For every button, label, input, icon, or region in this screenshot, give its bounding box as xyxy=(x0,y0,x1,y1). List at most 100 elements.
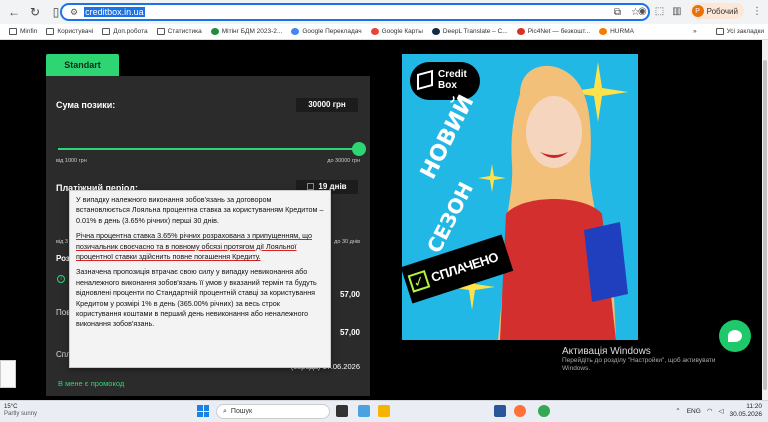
weather-widget[interactable]: 15°C Partly sunny xyxy=(4,404,37,418)
box-logo-icon xyxy=(417,69,433,91)
return-amount: 57,00 xyxy=(339,328,360,337)
activation-title: Активація Windows xyxy=(562,346,651,357)
weather-condition: Partly sunny xyxy=(4,411,38,417)
language-indicator[interactable]: ENG xyxy=(687,408,701,415)
clock[interactable]: 11:20 30.05.2026 xyxy=(729,403,762,419)
summary-row-label: Роз xyxy=(56,254,70,263)
taskbar-search[interactable]: ⌕ Пошук xyxy=(216,404,330,419)
info-icon[interactable]: i xyxy=(57,275,65,283)
file-explorer-icon[interactable] xyxy=(378,405,390,417)
checkmark-icon: ✓ xyxy=(407,270,431,293)
camera-icon[interactable]: ◉ xyxy=(638,6,647,17)
loan-max-label: до 30000 грн xyxy=(327,158,360,164)
search-placeholder: Пошук xyxy=(230,408,253,415)
bookmark-statistics[interactable]: Статистика xyxy=(156,28,202,35)
bookmark-hurma[interactable]: HURMA xyxy=(599,28,634,35)
folder-icon xyxy=(102,28,111,35)
sparkle-star-icon xyxy=(478,164,506,192)
site-settings-icon[interactable]: ⚙ xyxy=(70,7,78,18)
folder-icon xyxy=(156,28,165,35)
bookmark-maps[interactable]: Google Карты xyxy=(370,28,423,35)
bookmark-meeting[interactable]: Мітінг БДМ 2023-2... xyxy=(210,28,282,35)
install-app-icon[interactable]: ⧉ xyxy=(614,7,621,18)
browser-toolbar: ← ↻ ▯ ⚙ creditbox.in.ua ⧉ ☆ ◉ ⬚ ▥ Р Робо… xyxy=(0,0,768,24)
chrome-icon[interactable] xyxy=(538,405,550,417)
tooltip-text-2: Річна процентна ставка 3.65% річних розр… xyxy=(76,231,312,262)
all-bookmarks-button[interactable]: Усі закладки xyxy=(715,28,764,35)
show-hidden-icons-icon[interactable]: ⌃ xyxy=(675,407,680,415)
logo-text-2: Box xyxy=(438,80,457,91)
folder-icon xyxy=(46,28,55,35)
bookmarks-right: » Усі закладки xyxy=(693,28,764,35)
tooltip-paragraph-1: У випадку належного виконання зобов'язан… xyxy=(76,195,324,226)
extensions-icon[interactable]: ⬚ xyxy=(655,6,664,17)
recaptcha-badge[interactable] xyxy=(0,360,16,388)
system-tray: ⌃ ENG ◠ ◁ 11:20 30.05.2026 xyxy=(675,403,762,419)
back-icon[interactable]: ← xyxy=(7,5,21,19)
address-bar[interactable]: ⚙ creditbox.in.ua ⧉ ☆ xyxy=(60,3,650,21)
pic4net-icon xyxy=(516,28,525,35)
screen: ← ↻ ▯ ⚙ creditbox.in.ua ⧉ ☆ ◉ ⬚ ▥ Р Робо… xyxy=(0,0,768,422)
search-icon: ⌕ xyxy=(223,407,227,415)
windows-taskbar: 15°C Partly sunny ⌕ Пошук ⌃ ENG ◠ ◁ 11:2… xyxy=(0,400,768,422)
web-page: Standart Сума позики: 30000 грн від 1000… xyxy=(0,40,762,400)
promo-code-link[interactable]: В мене є промокод xyxy=(58,379,124,388)
bookmarks-bar: Minfin Користувачі Доп.робота Статистика… xyxy=(0,24,768,40)
firefox-icon[interactable] xyxy=(514,405,526,417)
volume-icon[interactable]: ◁ xyxy=(718,407,723,415)
loan-min-label: від 1000 грн xyxy=(56,158,87,164)
chat-bubble-icon xyxy=(728,330,742,342)
widgets-icon[interactable] xyxy=(358,405,370,417)
profile-button[interactable]: Р Робочий xyxy=(689,3,744,19)
menu-icon[interactable]: ⋮ xyxy=(752,6,762,17)
wifi-icon[interactable]: ◠ xyxy=(707,407,713,415)
sidebar-icon[interactable]: ▥ xyxy=(672,6,681,17)
scrollbar-thumb[interactable] xyxy=(763,60,767,390)
bookmark-users[interactable]: Користувачі xyxy=(46,28,93,35)
clock-time: 11:20 xyxy=(746,403,762,410)
reload-icon[interactable]: ↻ xyxy=(28,5,42,19)
bookmark-pic4net[interactable]: Pic4Net — безкошт... xyxy=(516,28,590,35)
hurma-icon xyxy=(599,28,608,35)
loan-amount-label: Сума позики: xyxy=(56,100,116,110)
period-max-label: до 30 днів xyxy=(334,239,360,245)
windows-activation-watermark: Активація Windows Перейдіть до розділу "… xyxy=(562,346,742,373)
profile-label: Робочий xyxy=(706,6,738,16)
clock-date: 30.05.2026 xyxy=(729,411,762,418)
folder-icon xyxy=(715,28,724,35)
page-scrollbar[interactable] xyxy=(762,40,768,400)
bookmark-deepl[interactable]: DeepL Translate – C... xyxy=(431,28,508,35)
sheets-icon xyxy=(210,28,219,35)
period-min-label: від 3 xyxy=(56,239,68,245)
maps-icon xyxy=(370,28,379,35)
creditbox-logo: Credit Box xyxy=(410,62,480,100)
more-bookmarks-button[interactable]: » xyxy=(693,28,697,35)
avatar: Р xyxy=(691,5,704,17)
tooltip-text-3: Зазначена пропозиція втрачає свою силу у… xyxy=(76,267,317,329)
chat-button[interactable] xyxy=(719,320,751,352)
task-view-icon[interactable] xyxy=(336,405,348,417)
folder-icon xyxy=(9,28,17,35)
logo-text-1: Credit xyxy=(438,69,467,80)
bookmark-side-job[interactable]: Доп.робота xyxy=(102,28,148,35)
toolbar-right: ◉ ⬚ ▥ Р Робочий ⋮ xyxy=(638,3,768,19)
repayment-amount: 57,00 xyxy=(339,290,360,299)
url-text[interactable]: creditbox.in.ua xyxy=(84,7,145,17)
deepl-icon xyxy=(431,28,440,35)
tab-standart[interactable]: Standart xyxy=(46,54,119,76)
loan-amount-slider-handle[interactable] xyxy=(352,142,366,156)
tooltip-paragraph-2: Річна процентна ставка 3.65% річних розр… xyxy=(76,231,324,262)
calendar-icon xyxy=(307,183,315,190)
tooltip-paragraph-3: Зазначена пропозиція втрачає свою силу у… xyxy=(76,267,324,329)
temperature: 15°C xyxy=(4,404,18,410)
interest-rate-tooltip: У випадку належного виконання зобов'язан… xyxy=(69,190,331,368)
promo-banner[interactable]: Credit Box НОВИЙ СЕЗОН ✓ СПЛАЧЕНО xyxy=(402,54,638,340)
loan-amount-value[interactable]: 30000 грн xyxy=(296,98,358,112)
loan-amount-slider-track[interactable] xyxy=(58,148,358,150)
word-icon[interactable] xyxy=(494,405,506,417)
activation-subtitle: Перейдіть до розділу "Настройки", щоб ак… xyxy=(562,357,716,372)
translate-icon xyxy=(291,28,300,35)
windows-start-icon[interactable] xyxy=(197,405,209,417)
bookmark-minfin[interactable]: Minfin xyxy=(9,28,37,35)
bookmark-translate[interactable]: Google Перекладач xyxy=(291,28,362,35)
